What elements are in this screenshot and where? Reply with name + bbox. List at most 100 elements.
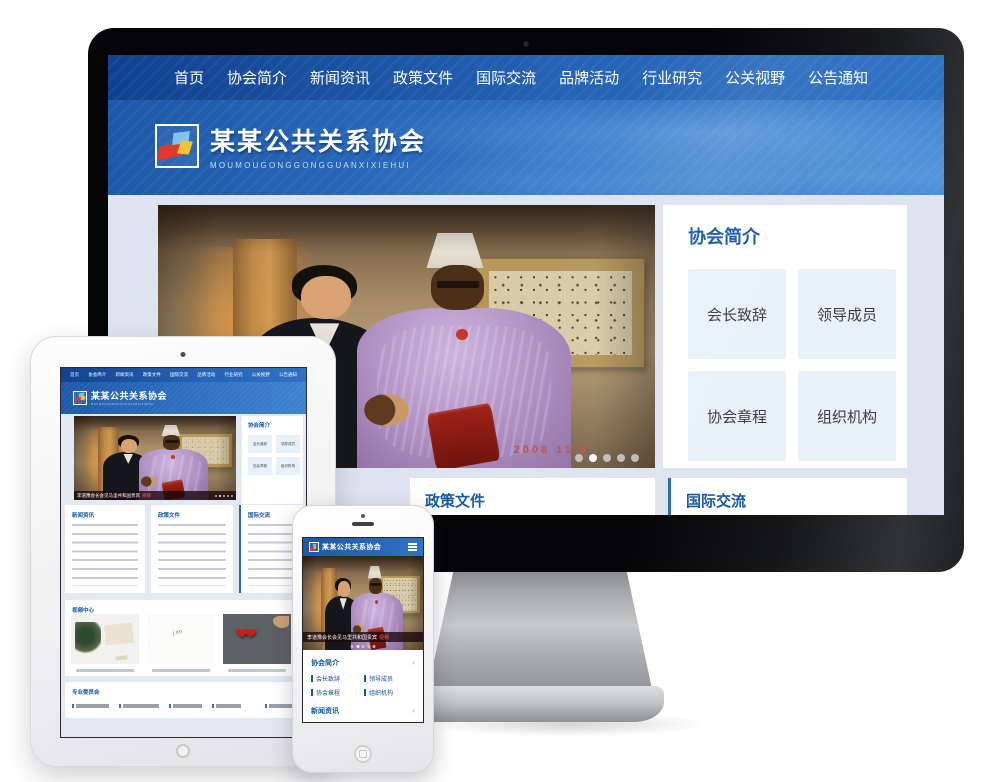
policy-panel: 政策文件	[410, 478, 655, 515]
nav-item-pr-vision[interactable]: 公关视野	[725, 67, 785, 88]
carousel-dot[interactable]	[362, 645, 365, 648]
about-panel-title: 协会简介	[248, 421, 303, 429]
hamburger-menu-icon[interactable]	[408, 543, 417, 551]
monitor-stand-neck	[425, 564, 655, 692]
carousel-dot[interactable]	[223, 495, 226, 498]
tablet-home-button[interactable]	[176, 744, 190, 758]
tablet-nav-item-home[interactable]: 首页	[70, 372, 79, 378]
tablet-policy-column: 政策文件	[151, 505, 233, 593]
tablet-nav-item-pr-vision[interactable]: 公关视野	[252, 372, 270, 378]
about-link-organization[interactable]: 组织机构	[798, 371, 896, 461]
about-link-charter[interactable]: 协会章程	[688, 371, 786, 461]
carousel-dots	[215, 495, 234, 498]
carousel-dot-active[interactable]	[589, 454, 597, 462]
about-link-leadership[interactable]: 领导成员	[364, 674, 415, 683]
carousel-dot[interactable]	[351, 645, 354, 648]
responsive-showcase: 首页 协会简介 新闻资讯 政策文件 国际交流 品牌活动 行业研究 公关视野 公告…	[0, 0, 1000, 782]
tablet-about-panel: 协会简介 会长致辞 领导成员 协会章程 组织机构	[242, 416, 303, 504]
logo-title: 某某公共关系协会	[91, 389, 167, 402]
tablet-nav-item-international[interactable]: 国际交流	[170, 372, 188, 378]
phone-home-button[interactable]	[354, 745, 372, 763]
logo-icon	[155, 124, 199, 168]
tablet-nav-item-industry-research[interactable]: 行业研究	[225, 372, 243, 378]
carousel-dot[interactable]	[631, 454, 639, 462]
nav-item-industry-research[interactable]: 行业研究	[642, 67, 702, 88]
video-thumbnail-hearts[interactable]	[223, 614, 291, 664]
nav-item-policy[interactable]: 政策文件	[393, 67, 453, 88]
about-link-president-speech[interactable]: 会长致辞	[248, 435, 272, 453]
nav-item-notices[interactable]: 公告通知	[808, 67, 868, 88]
carousel-dot[interactable]	[575, 454, 583, 462]
logo-title: 某某公共关系协会	[322, 542, 381, 552]
tablet-nav-item-brand-activities[interactable]: 品牌活动	[197, 372, 215, 378]
committee-links[interactable]	[72, 704, 303, 708]
carousel-dot[interactable]	[215, 495, 218, 498]
tablet-nav-item-about[interactable]: 协会简介	[88, 372, 106, 378]
policy-panel-title: 政策文件	[410, 478, 655, 511]
site-logo[interactable]: 某某公共关系协会 MOUMOUGONGGONGGUANXIXIEHUI	[155, 122, 426, 170]
tablet-nav-item-news[interactable]: 新闻资讯	[116, 372, 134, 378]
about-link-leadership[interactable]: 领导成员	[276, 435, 300, 453]
tablet-content: 李道豫会长会见马里共和国贵宾 视频 协会简介 会长致辞	[61, 414, 306, 737]
carousel-dots	[351, 645, 376, 648]
carousel-dot[interactable]	[617, 454, 625, 462]
carousel-dot-active[interactable]	[219, 495, 222, 498]
about-panel: 协会简介 会长致辞 领导成员 协会章程 组织机构	[663, 205, 907, 468]
tablet-device: 首页 协会简介 新闻资讯 政策文件 国际交流 品牌活动 行业研究 公关视野 公告…	[30, 336, 336, 767]
carousel-dot-active[interactable]	[356, 645, 359, 648]
main-nav: 首页 协会简介 新闻资讯 政策文件 国际交流 品牌活动 行业研究 公关视野 公告…	[108, 55, 944, 100]
tablet-logo[interactable]: 某某公共关系协会 MOUMOUGONGGONGGUANXIXIEHUI	[73, 389, 167, 406]
video-thumbnail-cards[interactable]	[147, 614, 215, 664]
nav-item-home[interactable]: 首页	[174, 67, 204, 88]
about-link-charter[interactable]: 协会章程	[311, 688, 362, 697]
about-link-leadership[interactable]: 领导成员	[798, 269, 896, 359]
about-link-organization[interactable]: 组织机构	[276, 457, 300, 475]
webcam-dot-icon	[523, 41, 529, 47]
about-link-president-speech[interactable]: 会长致辞	[688, 269, 786, 359]
chevron-right-icon: ›	[412, 659, 415, 667]
tablet-banner: 某某公共关系协会 MOUMOUGONGGONGGUANXIXIEHUI	[61, 382, 306, 414]
tablet-screen: 首页 协会简介 新闻资讯 政策文件 国际交流 品牌活动 行业研究 公关视野 公告…	[61, 368, 306, 737]
phone-speaker	[352, 522, 374, 526]
news-text-lines	[72, 524, 138, 586]
monitor-stand-foot	[412, 686, 664, 722]
logo-subtitle: MOUMOUGONGGONGGUANXIXIEHUI	[91, 403, 167, 406]
news-column-title: 新闻资讯	[65, 505, 145, 519]
nav-item-international[interactable]: 国际交流	[476, 67, 536, 88]
about-link-organization[interactable]: 组织机构	[364, 688, 415, 697]
tablet-news-column: 新闻资讯	[65, 505, 145, 593]
logo-title: 某某公共关系协会	[210, 122, 426, 158]
phone-news-section-header[interactable]: 新闻资讯›	[309, 702, 417, 719]
policy-text-lines	[158, 524, 226, 586]
phone-body: 协会简介› 会长致辞 领导成员 协会章程 组织机构 新闻资讯›	[303, 650, 423, 719]
international-panel: 国际交流	[668, 478, 907, 515]
logo-icon	[309, 542, 319, 552]
carousel-dot[interactable]	[227, 495, 230, 498]
nav-item-brand-activities[interactable]: 品牌活动	[559, 67, 619, 88]
video-thumbnail-flowers[interactable]	[71, 614, 139, 664]
nav-item-about[interactable]: 协会简介	[227, 67, 287, 88]
carousel-dot[interactable]	[367, 645, 370, 648]
tablet-nav: 首页 协会简介 新闻资讯 政策文件 国际交流 品牌活动 行业研究 公关视野 公告…	[61, 368, 306, 382]
tablet-nav-item-policy[interactable]: 政策文件	[143, 372, 161, 378]
phone-about-links: 会长致辞 领导成员 协会章程 组织机构	[309, 671, 417, 702]
slide-photo[interactable]	[74, 416, 236, 500]
tablet-video-section: 视频中心	[65, 600, 303, 676]
logo-subtitle: MOUMOUGONGGONGGUANXIXIEHUI	[210, 161, 426, 170]
committee-section-title: 专业委员会	[65, 682, 303, 696]
carousel-dot[interactable]	[373, 645, 376, 648]
policy-column-title: 政策文件	[151, 505, 233, 519]
phone-carousel: 李道豫会长会见马里共和国贵宾 视频	[303, 556, 423, 650]
carousel-dot[interactable]	[603, 454, 611, 462]
nav-item-news[interactable]: 新闻资讯	[310, 67, 370, 88]
about-link-charter[interactable]: 协会章程	[248, 457, 272, 475]
about-link-president-speech[interactable]: 会长致辞	[311, 674, 362, 683]
international-panel-title: 国际交流	[671, 478, 907, 511]
logo-icon	[73, 391, 87, 405]
tablet-nav-item-notices[interactable]: 公告通知	[279, 372, 297, 378]
chevron-right-icon: ›	[412, 707, 415, 715]
photo-vignette	[74, 416, 236, 500]
carousel-dot[interactable]	[231, 495, 234, 498]
phone-about-section-header[interactable]: 协会简介›	[309, 654, 417, 671]
international-text-lines	[248, 524, 296, 586]
